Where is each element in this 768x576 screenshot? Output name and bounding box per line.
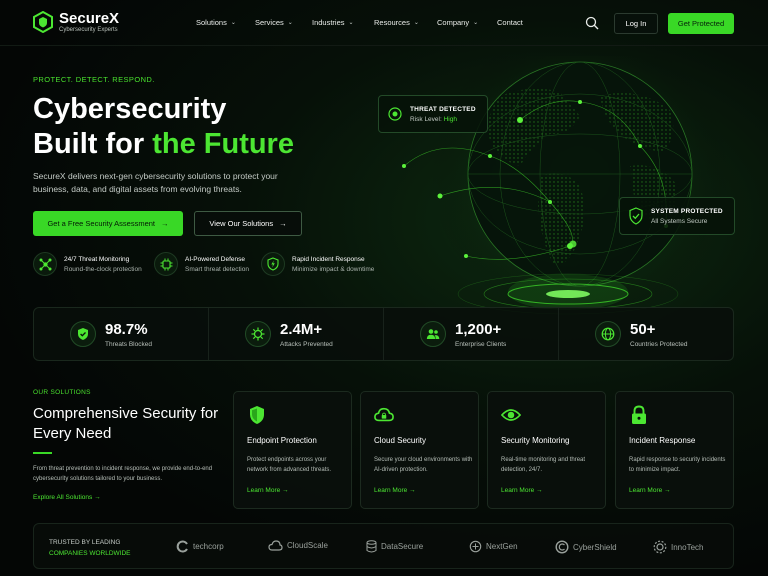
logo-cybershield: CyberShield [555, 540, 617, 554]
brand-tagline: Cybersecurity Experts [59, 27, 118, 33]
nav-contact[interactable]: Contact [497, 18, 523, 27]
solution-card-monitoring[interactable]: Security Monitoring Real-time monitoring… [487, 391, 606, 509]
feature-item: AI-Powered Defense Smart threat detection [154, 252, 261, 276]
learn-more-link[interactable]: Learn More → [374, 487, 416, 494]
landing-page: THREAT DETECTED Risk Level: High SYSTEM … [0, 0, 768, 576]
cloud-lock-icon [374, 407, 394, 422]
nav-services[interactable]: Services ⌄ [255, 18, 312, 27]
threat-card-risk: Risk Level: High [410, 115, 457, 123]
nextgen-logo-icon [469, 540, 482, 553]
trusted-label: TRUSTED BY LEADING COMPANIES WORLDWIDE [49, 539, 131, 557]
arrow-right-icon: → [94, 494, 101, 501]
learn-more-link[interactable]: Learn More → [247, 487, 289, 494]
users-icon [420, 321, 446, 347]
stat-item: 50+ Countries Protected [559, 308, 733, 360]
chevron-down-icon: ⌄ [348, 20, 354, 26]
chevron-down-icon: ⌄ [230, 20, 236, 26]
brand-logo[interactable]: SecureX Cybersecurity Experts [33, 11, 119, 33]
stat-item: 98.7% Threats Blocked [34, 308, 209, 360]
shield-check-icon [70, 321, 96, 347]
nav-company[interactable]: Company ⌄ [437, 18, 497, 27]
shield-bolt-icon [261, 252, 285, 276]
system-card-subtitle: All Systems Secure [651, 217, 708, 225]
view-solutions-button[interactable]: View Our Solutions → [194, 211, 302, 236]
login-button[interactable]: Log In [614, 13, 658, 34]
threat-card-title: THREAT DETECTED [410, 105, 476, 113]
main-nav: Solutions ⌄ Services ⌄ Industries ⌄ Resourc… [196, 18, 523, 27]
chevron-down-icon: ⌄ [287, 20, 293, 26]
cloud-icon [268, 540, 283, 551]
solutions-eyebrow: OUR SOLUTIONS [33, 389, 91, 396]
lock-icon [632, 405, 646, 424]
brand-name: SecureX [59, 10, 120, 27]
feature-item: Rapid Incident Response Minimize impact &… [261, 252, 374, 276]
shield-icon [250, 406, 264, 424]
techcorp-logo-icon [176, 540, 188, 553]
arrow-right-icon: → [161, 219, 169, 228]
solution-card-cloud[interactable]: Cloud Security Secure your cloud environ… [360, 391, 479, 509]
solutions-description: From threat prevention to incident respo… [33, 466, 213, 482]
hero-title: Cybersecurity Built for the Future [33, 93, 294, 160]
trusted-by-bar: TRUSTED BY LEADING COMPANIES WORLDWIDE t… [33, 523, 734, 569]
learn-more-link[interactable]: Learn More → [629, 487, 671, 494]
site-header: SecureX Cybersecurity Experts Solutions ⌄… [0, 0, 768, 46]
network-icon [33, 252, 57, 276]
nav-industries[interactable]: Industries ⌄ [312, 18, 374, 27]
feature-list: 24/7 Threat Monitoring Round-the-clock pr… [33, 252, 374, 276]
stat-item: 2.4M+ Attacks Prevented [209, 308, 384, 360]
chevron-down-icon: ⌄ [473, 20, 479, 26]
eye-icon [501, 409, 521, 421]
solution-card-endpoint[interactable]: Endpoint Protection Protect endpoints ac… [233, 391, 352, 509]
database-icon [366, 540, 377, 553]
solution-card-incident[interactable]: Incident Response Rapid response to secu… [615, 391, 734, 509]
stat-item: 1,200+ Enterprise Clients [384, 308, 559, 360]
feature-item: 24/7 Threat Monitoring Round-the-clock pr… [33, 252, 154, 276]
nav-solutions[interactable]: Solutions ⌄ [196, 18, 255, 27]
gear-icon [653, 540, 667, 554]
divider [33, 452, 52, 454]
stats-bar: 98.7% Threats Blocked 2.4M+ Attacks Preven… [33, 307, 734, 361]
learn-more-link[interactable]: Learn More → [501, 487, 543, 494]
logo-nextgen: NextGen [469, 540, 518, 553]
arrow-right-icon: → [279, 219, 287, 228]
logo-innotech: InnoTech [653, 540, 703, 554]
hero-description: SecureX delivers next-gen cybersecurity … [33, 171, 278, 194]
system-protected-card: SYSTEM PROTECTED All Systems Secure [619, 197, 735, 235]
ai-chip-icon [154, 252, 178, 276]
system-card-title: SYSTEM PROTECTED [651, 207, 723, 215]
solutions-title: Comprehensive Security for Every Need [33, 405, 219, 442]
get-protected-button[interactable]: Get Protected [668, 13, 734, 34]
logo-techcorp: techcorp [176, 540, 224, 553]
hexagon-shield-icon [33, 11, 53, 33]
hero-eyebrow: PROTECT. DETECT. RESPOND. [33, 75, 155, 84]
search-icon[interactable] [585, 16, 599, 30]
explore-solutions-link[interactable]: Explore All Solutions → [33, 494, 101, 501]
threat-detected-card: THREAT DETECTED Risk Level: High [378, 95, 488, 133]
target-icon [388, 107, 402, 121]
cybershield-logo-icon [555, 540, 569, 554]
logo-datasecure: DataSecure [366, 540, 423, 553]
shield-check-icon [629, 207, 643, 225]
free-assessment-button[interactable]: Get a Free Security Assessment → [33, 211, 183, 236]
globe-icon [595, 321, 621, 347]
nav-resources[interactable]: Resources ⌄ [374, 18, 437, 27]
chevron-down-icon: ⌄ [413, 20, 419, 26]
virus-icon [245, 321, 271, 347]
logo-cloudscale: CloudScale [268, 540, 328, 551]
